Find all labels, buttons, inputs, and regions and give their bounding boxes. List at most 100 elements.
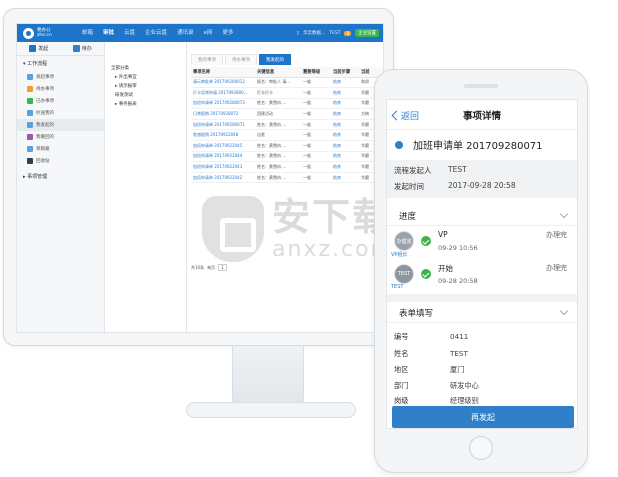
tree-item[interactable]: ▸ 事务报表 <box>105 100 186 109</box>
main-tab[interactable]: 我的事项 <box>191 54 223 65</box>
monitor-stand-neck <box>232 346 304 404</box>
form-row: 姓名 TEST <box>394 349 468 359</box>
table-cell[interactable]: 结束 <box>331 140 359 152</box>
step-time: 09-28 20:58 <box>438 277 478 285</box>
table-row[interactable]: 日常报销 20170928072 团建活动 一般 结束 方梅 <box>191 108 383 120</box>
table-cell: 姓名：黄雪冉 ... <box>255 119 301 131</box>
form-section-header[interactable]: 表单填写 <box>387 303 577 323</box>
table-cell[interactable]: 加班申请单 201709280071 <box>191 119 255 131</box>
table-row[interactable]: 加班申请单 20170922044 姓名：黄雪冉 ... 一般 结束 华磨 <box>191 151 383 163</box>
table-cell: 打卡打卡 <box>255 87 301 99</box>
sidebar-items: 发起事项 待办事项 已办事项 抄送我的 我发起的 我撤回的 草稿箱回收站 <box>17 71 104 167</box>
sidebar-tabs: 发起 待办 <box>17 42 104 56</box>
manage-group-title[interactable]: ▸ 事项管理 <box>17 167 104 184</box>
sidebar-item[interactable]: 草稿箱 <box>17 143 104 155</box>
sidebar-item[interactable]: 已办事项 <box>17 95 104 107</box>
table-cell[interactable]: 结束 <box>331 119 359 131</box>
table-cell[interactable]: 结束 <box>331 98 359 110</box>
tree-item[interactable]: 全部分类 <box>105 64 186 73</box>
user-name[interactable]: TEST <box>329 31 340 36</box>
column-header[interactable]: 重要等级 <box>301 67 331 78</box>
home-button[interactable] <box>469 436 493 460</box>
notification-badge[interactable]: 8 <box>344 30 351 36</box>
sidebar-item-icon <box>27 146 33 152</box>
phone-speaker <box>464 84 498 88</box>
form-row: 部门 研发中心 <box>394 381 479 391</box>
table-row[interactable]: 加班申请单 20170922042 姓名：黄雪冉 ... 一般 结束 华磨 <box>191 172 383 184</box>
reinitiate-button[interactable]: 再发起 <box>392 406 574 428</box>
tree-item[interactable]: 研发测试 <box>105 91 186 100</box>
main-tab[interactable]: 我发起的 <box>259 54 291 65</box>
column-header[interactable]: 事项名称 <box>191 67 255 78</box>
table-cell[interactable]: 结束 <box>331 151 359 163</box>
sidebar-item-label: 回收站 <box>36 159 50 164</box>
table-row[interactable]: 加班申请单 20170922045 姓名：黄雪冉 ... 一般 结束 华磨 <box>191 140 383 152</box>
table-cell[interactable]: 加班申请单 20170922044 <box>191 151 255 163</box>
back-button[interactable]: 返回 <box>391 100 419 130</box>
table-cell[interactable]: 日常报销 20170928072 <box>191 108 255 120</box>
table-cell[interactable]: 结束 <box>331 161 359 173</box>
form-row: 岗级 经理级别 <box>394 396 479 406</box>
sidebar-item[interactable]: 我发起的 <box>17 119 104 131</box>
tab-initiate[interactable]: 发起 <box>17 42 61 55</box>
manage-group-label: 事项管理 <box>27 174 48 180</box>
table-cell[interactable]: 请示审批单 201709280012 <box>191 77 255 89</box>
logo-icon <box>23 27 34 39</box>
table-row[interactable]: 加班申请单 201709280073 姓名：黄雪冉 ... 一般 结束 华磨 <box>191 98 383 110</box>
chevron-left-icon <box>391 110 402 120</box>
table-cell[interactable]: 加班申请单 20170922045 <box>191 140 255 152</box>
nav-item[interactable]: 通讯录 <box>172 24 199 42</box>
sidebar-item[interactable]: 待办事项 <box>17 83 104 95</box>
table-row[interactable]: 打卡异常申请 2017092800... 打卡打卡 一般 结束 华磨 <box>191 87 383 99</box>
table-row[interactable]: 请示审批单 201709280012 报名：审批人 请... 一般 结束 和邦 <box>191 77 383 89</box>
todo-icon <box>72 45 80 52</box>
tab-todo[interactable]: 待办 <box>61 42 105 55</box>
column-header[interactable]: 关键信息 <box>255 67 301 78</box>
table-cell: 出差 <box>255 129 301 142</box>
table-cell[interactable]: 结束 <box>331 129 359 142</box>
form-row-label: 岗级 <box>394 396 409 405</box>
form-row: 地区 厦门 <box>394 365 464 375</box>
sidebar-item-icon <box>27 98 33 104</box>
nav-item[interactable]: e网 <box>199 24 218 42</box>
progress-section-header[interactable]: 进度 <box>387 206 577 226</box>
sidebar-item[interactable]: 抄送我的 <box>17 107 104 119</box>
enterprise-settings-button[interactable]: 企业设置 <box>355 29 379 37</box>
table-row[interactable]: 加班申请单 20170922043 姓名：黄雪冉 ... 一般 结束 华磨 <box>191 161 383 173</box>
sidebar-item[interactable]: 发起事项 <box>17 71 104 83</box>
nav-item[interactable]: 审批 <box>98 24 119 42</box>
mobile-icon[interactable]: ▯ <box>296 31 298 36</box>
table-cell[interactable]: 打卡异常申请 2017092800... <box>191 87 255 99</box>
table-cell[interactable]: 加班申请单 20170922042 <box>191 172 255 184</box>
pager: 共10条 每页 1 <box>191 264 227 271</box>
table-cell[interactable]: 差旅报销 20170922048 <box>191 129 255 142</box>
sidebar-item[interactable]: 回收站 <box>17 155 104 167</box>
table-cell[interactable]: 加班申请单 201709280073 <box>191 98 255 110</box>
table-cell[interactable]: 结束 <box>331 77 359 89</box>
form-title: 表单填写 <box>399 308 434 319</box>
company-selector[interactable]: 华云数据... <box>303 30 325 36</box>
table-cell: 一般 <box>301 161 331 173</box>
sidebar-item-icon <box>27 134 33 140</box>
table-cell: 一般 <box>301 98 331 110</box>
table-cell[interactable]: 结束 <box>331 172 359 184</box>
nav-item[interactable]: 云盘 <box>119 24 140 42</box>
workflow-group-title[interactable]: ▾ 工作流程 <box>17 56 104 71</box>
tree-item[interactable]: ▸ 请示报审 <box>105 82 186 91</box>
app-logo[interactable]: 要办公 zhe.cn <box>17 27 77 39</box>
main-tab[interactable]: 待办事项 <box>225 54 257 65</box>
table-cell[interactable]: 结束 <box>331 87 359 99</box>
pager-page-button[interactable]: 1 <box>218 264 227 271</box>
nav-item[interactable]: 更多 <box>217 24 238 42</box>
table-row[interactable]: 加班申请单 201709280071 姓名：黄雪冉 ... 一般 结束 华磨 <box>191 119 383 131</box>
nav-item[interactable]: 企业云盘 <box>140 24 172 42</box>
tree-item[interactable]: ▸ 外出事宜 <box>105 73 186 82</box>
table-cell: 一般 <box>301 140 331 152</box>
table-cell[interactable]: 结束 <box>331 108 359 120</box>
table-row[interactable]: 差旅报销 20170922048 出差 一般 结束 华磨 <box>191 129 383 142</box>
column-header[interactable]: 当前步骤 <box>331 67 359 78</box>
table-cell[interactable]: 加班申请单 20170922043 <box>191 161 255 173</box>
chevron-down-icon <box>559 306 569 316</box>
sidebar-item[interactable]: 我撤回的 <box>17 131 104 143</box>
nav-item[interactable]: 邮箱 <box>77 24 98 42</box>
